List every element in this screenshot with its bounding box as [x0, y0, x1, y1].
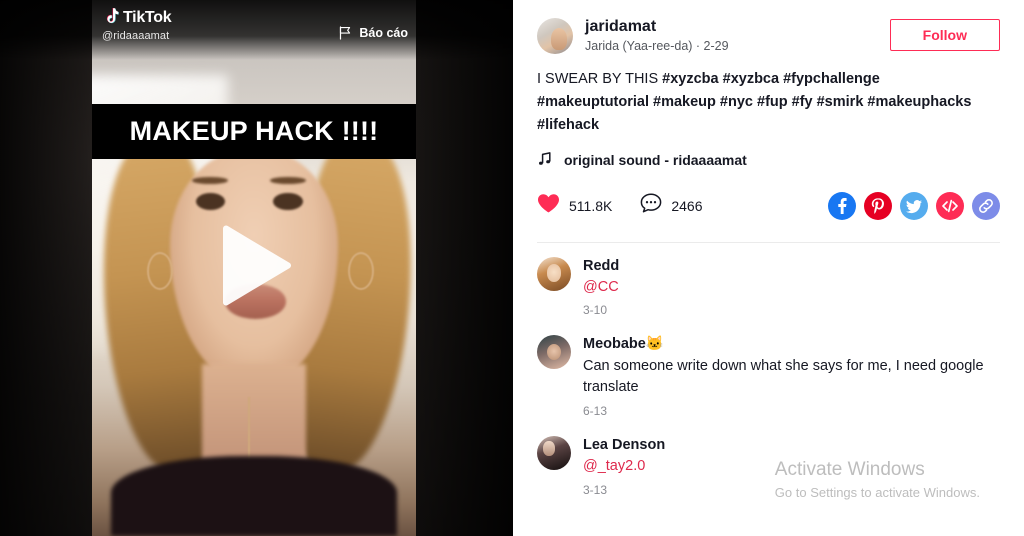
play-button[interactable]: [218, 223, 296, 314]
author-meta: jaridamat Jarida (Yaa-ree-da) · 2-29: [585, 18, 878, 53]
twitter-share-icon[interactable]: [900, 191, 928, 220]
flag-icon: [339, 26, 352, 40]
comment-count: 2466: [671, 197, 703, 214]
music-row[interactable]: original sound - ridaaaamat: [537, 151, 1000, 170]
comment-stat[interactable]: 2466: [640, 193, 703, 219]
comment-timestamp: 6-13: [583, 404, 608, 419]
author-username[interactable]: jaridamat: [585, 18, 878, 36]
comment-item: Redd @CC 3-10: [537, 256, 1000, 318]
heart-icon: [537, 193, 560, 219]
caption-hashtags-line-1[interactable]: #xyzcba #xyzbca #fypchallenge: [662, 71, 880, 87]
comment-text[interactable]: @CC: [583, 277, 1000, 299]
tiktok-video-page: TikTok @ridaaaamat Báo cáo MAKEUP HACK !…: [0, 0, 1024, 536]
post-detail-pane: jaridamat Jarida (Yaa-ree-da) · 2-29 Fol…: [513, 0, 1024, 536]
tiktok-note-icon: [102, 8, 119, 27]
share-icons-row: [828, 191, 1000, 220]
comment-timestamp: 3-13: [583, 482, 608, 497]
comment-timestamp: 3-10: [583, 303, 608, 318]
video-subject-neck: [202, 364, 306, 461]
video-subject-earring-left: [147, 251, 174, 290]
caption-hashtags-line-2[interactable]: #makeuptutorial #makeup #nyc #fup #fy #s…: [537, 94, 971, 110]
video-subject-top: [111, 455, 397, 536]
comment-text[interactable]: @_tay2.0: [583, 456, 1000, 478]
caption-hashtags-line-3[interactable]: #lifehack: [537, 117, 599, 133]
copy-link-icon[interactable]: [972, 191, 1000, 220]
music-title: original sound - ridaaaamat: [564, 152, 747, 169]
facebook-share-icon[interactable]: [828, 191, 856, 220]
caption-plain-text: I SWEAR BY THIS: [537, 71, 663, 87]
comment-author[interactable]: Redd: [583, 257, 1000, 275]
comments-list: Redd @CC 3-10 Meobabe🐱 Can someone write…: [537, 243, 1000, 497]
comment-author[interactable]: Lea Denson: [583, 436, 1000, 454]
play-icon: [222, 225, 291, 306]
avatar[interactable]: [537, 335, 571, 370]
video-overlay-caption: MAKEUP HACK !!!!: [92, 104, 416, 159]
video-overlay-caption-text: MAKEUP HACK !!!!: [129, 116, 379, 146]
like-count: 511.8K: [569, 197, 613, 214]
avatar[interactable]: [537, 436, 571, 471]
avatar[interactable]: [537, 256, 571, 291]
report-button[interactable]: Báo cáo: [339, 26, 408, 40]
embed-code-icon[interactable]: [936, 191, 964, 220]
post-caption: I SWEAR BY THIS #xyzcba #xyzbca #fypchal…: [537, 68, 992, 138]
tiktok-watermark: TikTok @ridaaaamat: [102, 8, 172, 42]
author-avatar[interactable]: [537, 18, 573, 54]
comment-item: Lea Denson @_tay2.0 3-13: [537, 436, 1000, 497]
comment-bubble-icon: [640, 193, 662, 219]
tiktok-logo-text: TikTok: [123, 8, 172, 26]
comment-item: Meobabe🐱 Can someone write down what she…: [537, 335, 1000, 418]
video-subject-earring-right: [347, 251, 374, 290]
music-note-icon: [537, 151, 553, 170]
comment-text: Can someone write down what she says for…: [583, 357, 984, 396]
report-button-label: Báo cáo: [359, 26, 408, 40]
video-subject-eye-right: [273, 192, 303, 211]
video-player-pane[interactable]: TikTok @ridaaaamat Báo cáo MAKEUP HACK !…: [0, 0, 513, 536]
video-watermark-handle: @ridaaaamat: [102, 30, 170, 42]
video-subject-eye-left: [195, 192, 225, 211]
author-display-name-and-date: Jarida (Yaa-ree-da) · 2-29: [585, 39, 729, 54]
follow-button[interactable]: Follow: [889, 19, 1000, 51]
like-stat[interactable]: 511.8K: [537, 193, 612, 219]
pinterest-share-icon[interactable]: [864, 191, 892, 220]
author-row: jaridamat Jarida (Yaa-ree-da) · 2-29 Fol…: [537, 18, 1000, 54]
comment-author[interactable]: Meobabe🐱: [583, 335, 1000, 353]
engagement-stats-row: 511.8K 2466: [537, 190, 1000, 222]
